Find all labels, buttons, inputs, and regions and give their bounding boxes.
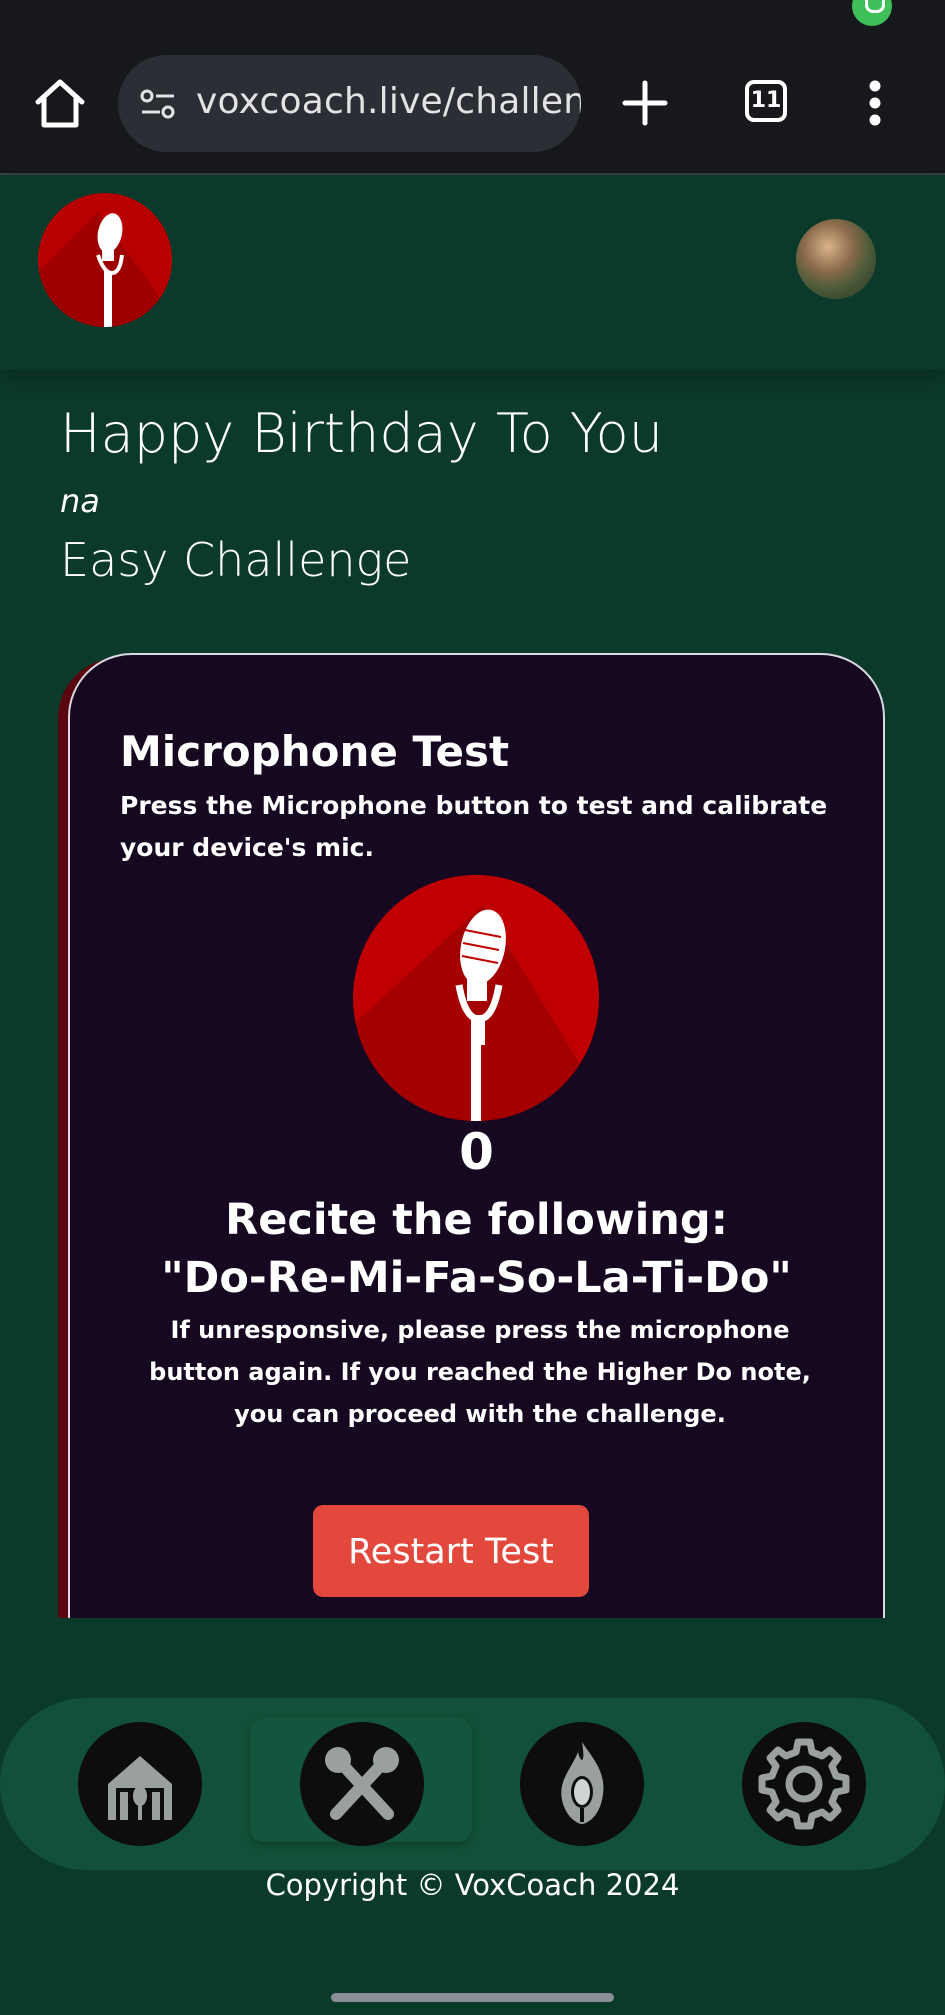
nav-home[interactable] xyxy=(78,1722,202,1846)
app-header xyxy=(0,175,945,370)
microphone-button[interactable] xyxy=(353,875,599,1121)
gesture-navigation-bar[interactable] xyxy=(331,1993,614,2002)
assistant-status-icon xyxy=(852,0,892,26)
url-text[interactable]: voxcoach.live/challenge xyxy=(196,81,581,122)
song-title: Happy Birthday To You xyxy=(60,402,663,465)
site-settings-icon[interactable] xyxy=(138,86,178,122)
challenge-difficulty: Easy Challenge xyxy=(60,533,412,587)
card-title: Microphone Test xyxy=(120,727,510,776)
nav-settings[interactable] xyxy=(742,1722,866,1846)
recite-label: Recite the following: xyxy=(225,1195,728,1245)
copyright-footer: Copyright © VoxCoach 2024 xyxy=(265,1868,680,1902)
browser-toolbar: voxcoach.live/challenge 11 xyxy=(0,0,945,175)
instructions-text: If unresponsive, please press the microp… xyxy=(149,1316,811,1428)
mic-test-card: Microphone Test Press the Microphone but… xyxy=(68,653,885,1618)
nav-trending[interactable] xyxy=(520,1722,644,1846)
card-description: Press the Microphone button to test and … xyxy=(120,791,828,862)
home-icon xyxy=(108,1756,172,1820)
user-avatar[interactable] xyxy=(796,219,876,299)
restart-test-button[interactable]: Restart Test xyxy=(313,1505,589,1597)
tab-switcher-button[interactable]: 11 xyxy=(745,80,787,122)
crossed-microphones-icon xyxy=(325,1747,399,1820)
bottom-navigation xyxy=(0,1698,945,1870)
nav-challenges[interactable] xyxy=(300,1722,424,1846)
more-options-icon[interactable] xyxy=(868,80,882,126)
flame-microphone-icon xyxy=(561,1742,604,1824)
pitch-counter: 0 xyxy=(459,1123,494,1181)
voxcoach-logo[interactable] xyxy=(38,193,172,327)
solfege-notes: "Do-Re-Mi-Fa-So-La-Ti-Do" xyxy=(161,1253,792,1303)
home-icon[interactable] xyxy=(32,78,88,130)
song-artist: na xyxy=(60,482,100,520)
new-tab-icon[interactable] xyxy=(620,78,670,128)
gear-icon xyxy=(758,1738,850,1830)
address-bar[interactable]: voxcoach.live/challenge xyxy=(118,55,581,152)
